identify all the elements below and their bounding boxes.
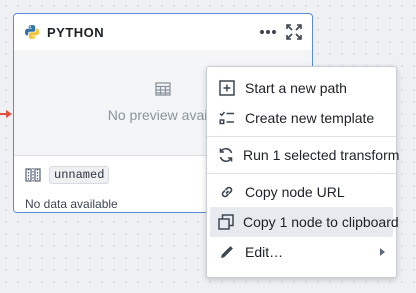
menu-divider	[207, 173, 396, 174]
add-box-icon	[218, 79, 236, 97]
submenu-caret-icon	[380, 248, 385, 256]
menu-item-start-new-path[interactable]: Start a new path	[210, 73, 393, 103]
dataset-icon	[25, 167, 41, 183]
more-icon[interactable]	[259, 29, 277, 35]
node-header: PYTHON	[14, 14, 312, 51]
refresh-icon	[218, 146, 234, 164]
no-preview-text: No preview availa	[107, 107, 219, 123]
menu-item-create-template[interactable]: Create new template	[210, 103, 393, 133]
menu-item-copy-to-clipboard[interactable]: Copy 1 node to clipboard	[210, 207, 399, 237]
menu-item-label: Copy 1 node to clipboard	[243, 214, 399, 230]
node-title: PYTHON	[47, 24, 105, 40]
duplicate-icon	[218, 213, 234, 231]
menu-item-label: Create new template	[245, 110, 375, 126]
menu-item-run-transform[interactable]: Run 1 selected transform	[210, 140, 399, 170]
menu-item-edit[interactable]: Edit…	[210, 237, 393, 267]
expand-icon[interactable]	[286, 24, 302, 40]
menu-item-copy-url[interactable]: Copy node URL	[210, 177, 393, 207]
menu-item-label: Run 1 selected transform	[243, 147, 400, 163]
link-icon	[218, 183, 236, 201]
menu-item-label: Edit…	[245, 244, 284, 260]
dataset-name-tag[interactable]: unnamed	[49, 166, 110, 184]
pencil-icon	[218, 243, 236, 261]
checklist-icon	[218, 109, 236, 127]
context-menu: Start a new path Create new template Run…	[206, 66, 399, 278]
edge-arrow	[6, 110, 12, 118]
menu-item-label: Copy node URL	[245, 184, 345, 200]
menu-item-label: Start a new path	[245, 80, 347, 96]
python-icon	[24, 24, 40, 40]
menu-divider	[207, 136, 396, 137]
table-icon	[155, 82, 171, 101]
